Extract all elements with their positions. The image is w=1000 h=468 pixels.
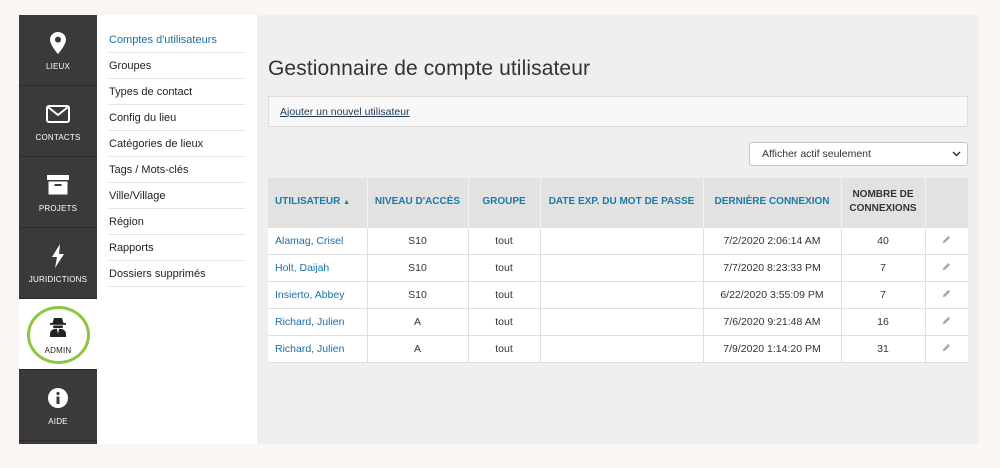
edit-pencil-icon[interactable] xyxy=(925,335,968,362)
main-nav: LIEUX CONTACTS PROJETS JURIDICTIONS ADMI… xyxy=(19,15,97,444)
active-highlight-ring xyxy=(27,306,90,364)
edit-pencil-icon[interactable] xyxy=(925,227,968,254)
lightning-bolt-icon xyxy=(51,243,65,269)
column-header-last-login[interactable]: DERNIÈRE CONNEXION xyxy=(703,178,842,227)
subnav-item-categories-lieux[interactable]: Catégories de lieux xyxy=(109,131,245,157)
nav-item-label: PROJETS xyxy=(38,203,78,213)
active-filter-value: Afficher actif seulement xyxy=(762,148,871,160)
subnav-item-comptes[interactable]: Comptes d'utilisateurs xyxy=(109,27,245,53)
nav-item-label: JURIDICTIONS xyxy=(28,274,88,284)
nav-fill xyxy=(19,441,97,444)
add-user-link[interactable]: Ajouter un nouvel utilisateur xyxy=(280,106,410,118)
filter-row: Afficher actif seulement xyxy=(268,142,968,166)
nav-item-projets[interactable]: PROJETS xyxy=(19,157,97,228)
subnav-item-config-lieu[interactable]: Config du lieu xyxy=(109,105,245,131)
access-level-cell: S10 xyxy=(367,227,469,254)
nav-item-lieux[interactable]: LIEUX xyxy=(19,15,97,86)
last-login-cell: 7/2/2020 2:06:14 AM xyxy=(703,227,842,254)
admin-subnav: Comptes d'utilisateurs Groupes Types de … xyxy=(97,15,257,444)
user-name-link[interactable]: Insierto, Abbey xyxy=(268,281,368,308)
sort-ascending-icon: ▲ xyxy=(343,198,351,206)
user-name-link[interactable]: Richard, Julien xyxy=(268,308,368,335)
group-cell: tout xyxy=(468,308,541,335)
column-header-actions xyxy=(925,178,968,227)
edit-pencil-icon[interactable] xyxy=(925,308,968,335)
access-level-cell: A xyxy=(367,308,469,335)
chevron-down-icon xyxy=(952,149,961,159)
column-header-login-count: NOMBRE DE CONNEXIONS xyxy=(841,178,926,227)
info-circle-icon xyxy=(48,385,68,411)
edit-pencil-icon[interactable] xyxy=(925,254,968,281)
last-login-cell: 6/22/2020 3:55:09 PM xyxy=(703,281,842,308)
column-header-group[interactable]: GROUPE xyxy=(468,178,541,227)
subnav-item-tags[interactable]: Tags / Mots-clés xyxy=(109,157,245,183)
access-level-cell: S10 xyxy=(367,281,469,308)
envelope-icon xyxy=(46,101,70,127)
user-name-link[interactable]: Richard, Julien xyxy=(268,335,368,362)
subnav-item-groupes[interactable]: Groupes xyxy=(109,53,245,79)
nav-item-contacts[interactable]: CONTACTS xyxy=(19,86,97,157)
add-user-bar: Ajouter un nouvel utilisateur xyxy=(268,96,968,127)
nav-item-label: CONTACTS xyxy=(35,132,81,142)
subnav-item-rapports[interactable]: Rapports xyxy=(109,235,245,261)
column-header-user[interactable]: UTILISATEUR ▲ xyxy=(268,178,368,227)
nav-item-admin[interactable]: ADMIN xyxy=(19,299,97,370)
table-row: Richard, Julien A tout 7/9/2020 1:14:20 … xyxy=(268,335,968,362)
app-frame: LIEUX CONTACTS PROJETS JURIDICTIONS ADMI… xyxy=(19,15,978,444)
password-expiry-cell xyxy=(540,281,704,308)
table-row: Holt, Daijah S10 tout 7/7/2020 8:23:33 P… xyxy=(268,254,968,281)
user-name-link[interactable]: Alamag, Crisel xyxy=(268,227,368,254)
table-row: Richard, Julien A tout 7/6/2020 9:21:48 … xyxy=(268,308,968,335)
column-header-password-expiry[interactable]: DATE EXP. DU MOT DE PASSE xyxy=(540,178,704,227)
access-level-cell: S10 xyxy=(367,254,469,281)
subnav-item-region[interactable]: Région xyxy=(109,209,245,235)
users-table: UTILISATEUR ▲ NIVEAU D'ACCÈS GROUPE DATE… xyxy=(268,178,968,363)
page-title: Gestionnaire de compte utilisateur xyxy=(268,57,591,80)
subnav-item-dossiers-supprimes[interactable]: Dossiers supprimés xyxy=(109,261,245,287)
password-expiry-cell xyxy=(540,227,704,254)
login-count-cell: 7 xyxy=(841,281,926,308)
table-header-row: UTILISATEUR ▲ NIVEAU D'ACCÈS GROUPE DATE… xyxy=(268,178,968,227)
user-name-link[interactable]: Holt, Daijah xyxy=(268,254,368,281)
login-count-cell: 7 xyxy=(841,254,926,281)
password-expiry-cell xyxy=(540,335,704,362)
edit-pencil-icon[interactable] xyxy=(925,281,968,308)
group-cell: tout xyxy=(468,227,541,254)
table-row: Insierto, Abbey S10 tout 6/22/2020 3:55:… xyxy=(268,281,968,308)
archive-box-icon xyxy=(47,172,69,198)
subnav-item-types-contact[interactable]: Types de contact xyxy=(109,79,245,105)
password-expiry-cell xyxy=(540,254,704,281)
password-expiry-cell xyxy=(540,308,704,335)
nav-item-juridictions[interactable]: JURIDICTIONS xyxy=(19,228,97,299)
login-count-cell: 16 xyxy=(841,308,926,335)
nav-item-label: AIDE xyxy=(48,416,68,426)
active-filter-select[interactable]: Afficher actif seulement xyxy=(749,142,968,166)
login-count-cell: 31 xyxy=(841,335,926,362)
access-level-cell: A xyxy=(367,335,469,362)
group-cell: tout xyxy=(468,335,541,362)
group-cell: tout xyxy=(468,254,541,281)
main-content: Gestionnaire de compte utilisateur Ajout… xyxy=(257,15,978,444)
last-login-cell: 7/9/2020 1:14:20 PM xyxy=(703,335,842,362)
last-login-cell: 7/7/2020 8:23:33 PM xyxy=(703,254,842,281)
table-row: Alamag, Crisel S10 tout 7/2/2020 2:06:14… xyxy=(268,227,968,254)
login-count-cell: 40 xyxy=(841,227,926,254)
map-pin-icon xyxy=(50,30,66,56)
subnav-item-ville[interactable]: Ville/Village xyxy=(109,183,245,209)
column-header-access[interactable]: NIVEAU D'ACCÈS xyxy=(367,178,469,227)
group-cell: tout xyxy=(468,281,541,308)
last-login-cell: 7/6/2020 9:21:48 AM xyxy=(703,308,842,335)
nav-item-label: LIEUX xyxy=(45,61,71,71)
nav-item-aide[interactable]: AIDE xyxy=(19,370,97,441)
